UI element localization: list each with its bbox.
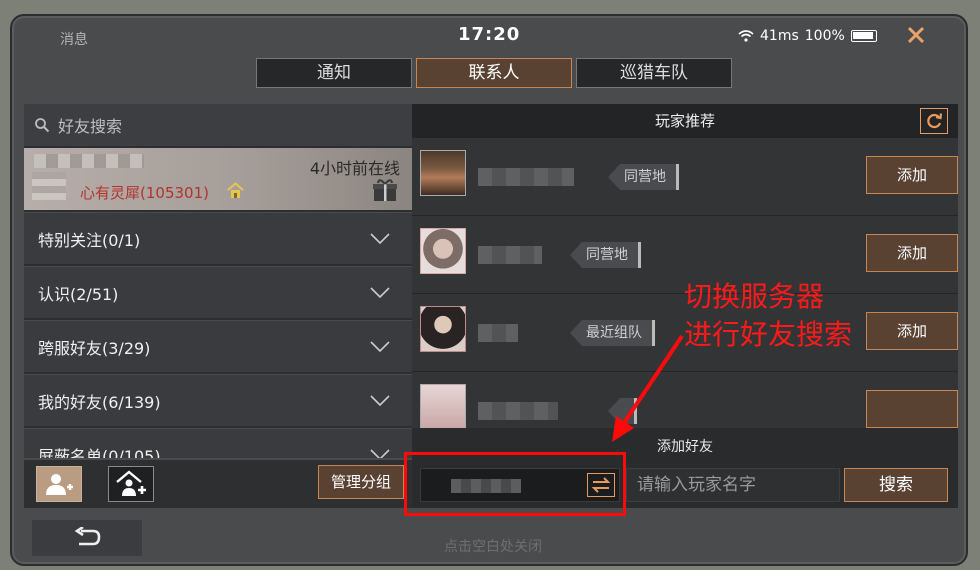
search-button[interactable]: 搜索 xyxy=(844,468,948,502)
switch-server-button[interactable] xyxy=(587,473,615,497)
wifi-icon xyxy=(738,30,754,42)
group-label: 跨服好友(3/29) xyxy=(38,338,151,358)
chevron-down-icon xyxy=(370,340,390,352)
close-hint: 点击空白处关闭 xyxy=(444,539,542,555)
contacts-toolbar: 管理分组 xyxy=(24,460,412,508)
refresh-icon xyxy=(927,113,943,129)
add-button[interactable]: 添加 xyxy=(866,312,958,350)
tab-contacts[interactable]: 联系人 xyxy=(416,58,572,88)
swap-icon xyxy=(591,477,611,493)
blurred-name xyxy=(478,324,518,342)
blurred-name xyxy=(478,168,574,186)
add-friend-title: 添加好友 xyxy=(412,428,958,466)
group-special-follow[interactable]: 特别关注(0/1) xyxy=(24,212,412,264)
manage-groups-button[interactable]: 管理分组 xyxy=(318,465,404,499)
close-button[interactable] xyxy=(898,20,934,54)
clock: 17:20 xyxy=(458,24,521,45)
chevron-down-icon xyxy=(370,286,390,298)
blurred-name xyxy=(34,154,144,168)
friend-search-field[interactable]: 好友搜索 xyxy=(24,104,412,146)
annotation-line-2: 进行好友搜索 xyxy=(684,318,853,351)
add-friend-button[interactable] xyxy=(36,466,82,502)
add-group-icon xyxy=(116,470,146,496)
battery-icon xyxy=(850,30,877,42)
annotation-text: 切换服务器 进行好友搜索 xyxy=(684,278,852,354)
group-label: 我的好友(6/139) xyxy=(38,392,161,412)
add-user-icon xyxy=(46,474,73,495)
recommended-player xyxy=(412,372,958,428)
latency-text: 41ms xyxy=(760,28,799,44)
tab-hunting-team[interactable]: 巡猎车队 xyxy=(576,58,732,88)
search-icon xyxy=(35,118,50,133)
chevron-down-icon xyxy=(370,232,390,244)
recommend-title: 玩家推荐 xyxy=(654,112,715,130)
blurred-server-name xyxy=(451,479,521,493)
add-group-button[interactable] xyxy=(108,466,154,502)
status-bar: 消息 17:20 41ms 100% xyxy=(12,16,966,56)
recommend-panel: 玩家推荐 同营地 添加 同营地 添加 最近组队 添加 xyxy=(412,104,958,428)
back-arrow-icon xyxy=(74,527,101,546)
relation-tag: 同营地 xyxy=(608,164,679,190)
online-status: 4小时前在线 xyxy=(309,159,400,178)
friend-server: 心有灵犀(105301) xyxy=(80,184,209,202)
group-label: 认识(2/51) xyxy=(38,284,119,304)
add-friend-search: 搜索 xyxy=(412,464,958,508)
tab-notifications[interactable]: 通知 xyxy=(256,58,412,88)
tab-bar: 通知 联系人 巡猎车队 xyxy=(256,58,732,88)
server-selector[interactable] xyxy=(420,468,620,502)
annotation-line-1: 切换服务器 xyxy=(684,280,825,313)
avatar[interactable] xyxy=(420,306,466,352)
player-name-input[interactable] xyxy=(626,468,840,502)
group-blocked[interactable]: 屏蔽名单(0/105) xyxy=(24,428,412,458)
featured-friend-card[interactable]: 4小时前在线 心有灵犀(105301) xyxy=(24,148,412,210)
recommended-player: 同营地 添加 xyxy=(412,138,958,216)
gift-icon[interactable] xyxy=(372,178,398,202)
add-button[interactable]: 添加 xyxy=(866,156,958,194)
chevron-down-icon xyxy=(370,394,390,406)
blurred-avatar xyxy=(32,172,66,200)
group-my-friends[interactable]: 我的好友(6/139) xyxy=(24,374,412,426)
contacts-panel: 好友搜索 4小时前在线 心有灵犀(105301) 特别关注(0/1) 认识(2/… xyxy=(24,104,412,458)
status-indicators: 41ms 100% xyxy=(738,28,877,44)
group-label: 特别关注(0/1) xyxy=(38,230,141,250)
home-icon xyxy=(227,182,244,198)
relation-tag: 最近组队 xyxy=(570,320,655,346)
relation-tag xyxy=(608,398,637,424)
relation-tag: 同营地 xyxy=(570,242,641,268)
battery-text: 100% xyxy=(804,28,845,44)
friend-search-label: 好友搜索 xyxy=(58,117,123,136)
avatar[interactable] xyxy=(420,384,466,428)
close-icon xyxy=(907,26,925,44)
add-button[interactable]: 添加 xyxy=(866,234,958,272)
group-cross-server[interactable]: 跨服好友(3/29) xyxy=(24,320,412,372)
blurred-name xyxy=(478,246,542,264)
chevron-down-icon xyxy=(370,448,390,458)
app-name: 消息 xyxy=(60,32,88,48)
avatar[interactable] xyxy=(420,228,466,274)
group-acquaintances[interactable]: 认识(2/51) xyxy=(24,266,412,318)
refresh-button[interactable] xyxy=(920,108,948,134)
recommend-header: 玩家推荐 xyxy=(412,104,958,138)
avatar[interactable] xyxy=(420,150,466,196)
blurred-name xyxy=(478,402,558,420)
bottom-bar: 点击空白处关闭 xyxy=(24,512,958,560)
add-button[interactable] xyxy=(866,390,958,428)
group-label: 屏蔽名单(0/105) xyxy=(38,446,161,459)
back-button[interactable] xyxy=(32,520,142,556)
